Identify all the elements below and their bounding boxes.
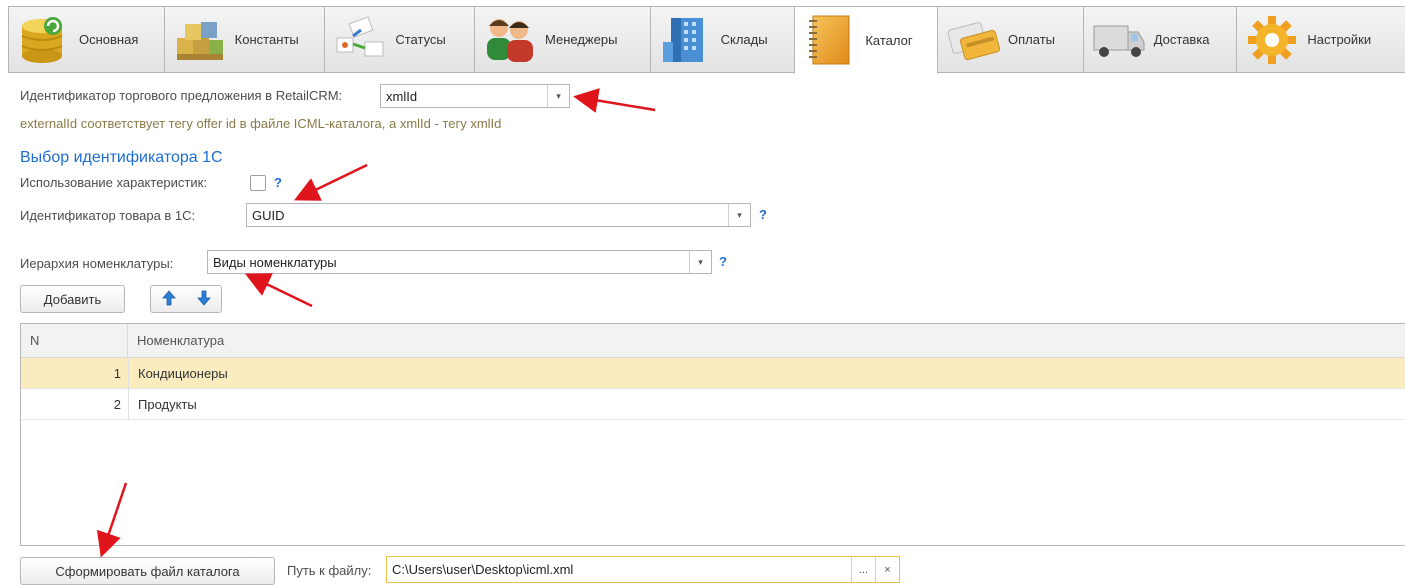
tab-label: Каталог — [865, 32, 913, 48]
annotation-arrow — [573, 88, 656, 113]
annotation-arrow — [244, 273, 313, 308]
notebook-icon — [801, 12, 859, 68]
tab-catalog[interactable]: Каталог — [794, 6, 939, 74]
annotation-arrow — [294, 163, 368, 201]
annotation-arrows — [96, 88, 656, 558]
annotation-arrow — [96, 482, 128, 558]
